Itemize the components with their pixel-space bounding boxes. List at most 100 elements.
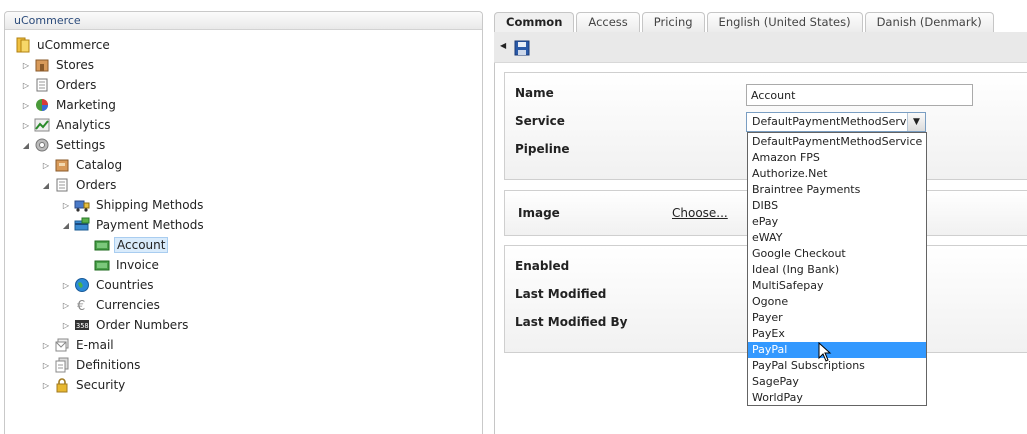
tree-header: uCommerce <box>5 12 482 30</box>
tree-node-account[interactable]: Account <box>81 235 169 255</box>
expand-arrow-icon[interactable]: ▷ <box>61 301 71 310</box>
pipeline-label: Pipeline <box>515 142 570 156</box>
collapse-arrow-icon[interactable]: ◢ <box>21 141 31 150</box>
dropdown-option[interactable]: ePay <box>748 214 926 230</box>
tree-node-label: Countries <box>96 278 154 292</box>
choose-image-link[interactable]: Choose... <box>672 206 728 220</box>
service-select[interactable]: DefaultPaymentMethodService ▼ <box>746 112 926 132</box>
collapse-arrow-icon[interactable]: ◢ <box>61 221 71 230</box>
payment-icon <box>74 217 90 233</box>
service-selected-value: DefaultPaymentMethodService <box>752 115 923 128</box>
expand-arrow-icon[interactable]: ▷ <box>21 101 31 110</box>
tree-node-settings-orders[interactable]: ◢ Orders <box>41 175 118 195</box>
tree-node-shipping-methods[interactable]: ▷ Shipping Methods <box>61 195 205 215</box>
tab-danish[interactable]: Danish (Denmark) <box>864 12 994 32</box>
name-label: Name <box>515 86 554 100</box>
tree-node-marketing[interactable]: ▷ Marketing <box>21 95 118 115</box>
expand-arrow-icon[interactable]: ▷ <box>41 361 51 370</box>
tree-node-label: Settings <box>56 138 106 152</box>
enabled-label: Enabled <box>515 259 570 273</box>
currency-icon: € <box>74 297 90 313</box>
tree-node-label: uCommerce <box>37 38 110 52</box>
orders-icon <box>34 77 50 93</box>
save-icon[interactable] <box>514 40 530 56</box>
dropdown-option[interactable]: DefaultPaymentMethodService <box>748 134 926 150</box>
dropdown-option[interactable]: eWAY <box>748 230 926 246</box>
tree-node-label: Payment Methods <box>96 218 204 232</box>
back-arrow-icon[interactable]: ◀ <box>500 41 506 50</box>
expand-arrow-icon[interactable]: ▷ <box>41 381 51 390</box>
dropdown-option[interactable]: Amazon FPS <box>748 150 926 166</box>
store-icon <box>34 57 50 73</box>
collapse-arrow-icon[interactable]: ◢ <box>41 181 51 190</box>
dropdown-option[interactable]: Google Checkout <box>748 246 926 262</box>
dropdown-option[interactable]: PayEx <box>748 326 926 342</box>
tree-node-label: Shipping Methods <box>96 198 204 212</box>
tree-node-label: Order Numbers <box>96 318 189 332</box>
tree-node-ucommerce[interactable]: uCommerce <box>15 35 112 55</box>
tree-node-label: Stores <box>56 58 94 72</box>
tree-node-orders[interactable]: ▷ Orders <box>21 75 98 95</box>
tree-node-definitions[interactable]: ▷ Definitions <box>41 355 142 375</box>
expand-arrow-icon[interactable]: ▷ <box>61 281 71 290</box>
truck-icon <box>74 197 90 213</box>
service-label: Service <box>515 114 565 128</box>
dropdown-option[interactable]: Braintree Payments <box>748 182 926 198</box>
expand-arrow-icon[interactable]: ▷ <box>41 161 51 170</box>
mouse-cursor-icon <box>818 341 832 365</box>
expand-arrow-icon[interactable]: ▷ <box>61 321 71 330</box>
tree-node-payment-methods[interactable]: ◢ Payment Methods <box>61 215 206 235</box>
money-icon <box>94 237 110 253</box>
tab-english[interactable]: English (United States) <box>706 12 863 32</box>
tree-node-security[interactable]: ▷ Security <box>41 375 127 395</box>
expand-arrow-icon[interactable]: ▷ <box>61 201 71 210</box>
image-label: Image <box>518 206 560 220</box>
expand-arrow-icon[interactable]: ▷ <box>41 341 51 350</box>
line-chart-icon <box>34 117 50 133</box>
globe-icon <box>74 277 90 293</box>
tree-node-label: E-mail <box>76 338 114 352</box>
tree-node-stores[interactable]: ▷ Stores <box>21 55 96 75</box>
dropdown-option[interactable]: DIBS <box>748 198 926 214</box>
tree-node-label: Definitions <box>76 358 141 372</box>
name-input[interactable] <box>746 84 973 106</box>
tree-node-catalog[interactable]: ▷ Catalog <box>41 155 124 175</box>
tree-node-label: Orders <box>56 78 97 92</box>
definitions-icon <box>54 357 70 373</box>
last-modified-label: Last Modified <box>515 287 607 301</box>
dropdown-option-highlighted[interactable]: PayPal <box>748 342 926 358</box>
tree-node-label: Account <box>114 237 169 253</box>
counter-icon: 358 <box>74 317 90 333</box>
tree-node-label: Analytics <box>56 118 111 132</box>
dropdown-option[interactable]: MultiSafepay <box>748 278 926 294</box>
chevron-down-icon[interactable]: ▼ <box>907 113 925 131</box>
tree-node-analytics[interactable]: ▷ Analytics <box>21 115 113 135</box>
tab-common[interactable]: Common <box>494 12 575 32</box>
tree-node-label: Security <box>76 378 126 392</box>
tab-pricing[interactable]: Pricing <box>641 12 705 32</box>
expand-arrow-icon[interactable]: ▷ <box>21 81 31 90</box>
dropdown-option[interactable]: Payer <box>748 310 926 326</box>
tree-node-label: Orders <box>76 178 117 192</box>
dropdown-option[interactable]: Authorize.Net <box>748 166 926 182</box>
email-icon <box>54 337 70 353</box>
tree-node-settings[interactable]: ◢ Settings <box>21 135 107 155</box>
tree-node-label: Catalog <box>76 158 123 172</box>
tree-node-currencies[interactable]: ▷ € Currencies <box>61 295 162 315</box>
tree-node-invoice[interactable]: Invoice <box>81 255 161 275</box>
dropdown-option[interactable]: Ogone <box>748 294 926 310</box>
tree-node-email[interactable]: ▷ E-mail <box>41 335 116 355</box>
toolbar: ◀ <box>494 32 1027 63</box>
tree-node-order-numbers[interactable]: ▷ 358 Order Numbers <box>61 315 190 335</box>
tree-node-label: Currencies <box>96 298 160 312</box>
svg-text:358: 358 <box>76 322 89 330</box>
tab-access[interactable]: Access <box>576 12 640 32</box>
dropdown-option[interactable]: WorldPay <box>748 390 926 406</box>
dropdown-option[interactable]: PayPal Subscriptions <box>748 358 926 374</box>
tree-node-countries[interactable]: ▷ Countries <box>61 275 156 295</box>
tree-node-label: Marketing <box>56 98 116 112</box>
dropdown-option[interactable]: SagePay <box>748 374 926 390</box>
expand-arrow-icon[interactable]: ▷ <box>21 121 31 130</box>
expand-arrow-icon[interactable]: ▷ <box>21 61 31 70</box>
dropdown-option[interactable]: Ideal (Ing Bank) <box>748 262 926 278</box>
